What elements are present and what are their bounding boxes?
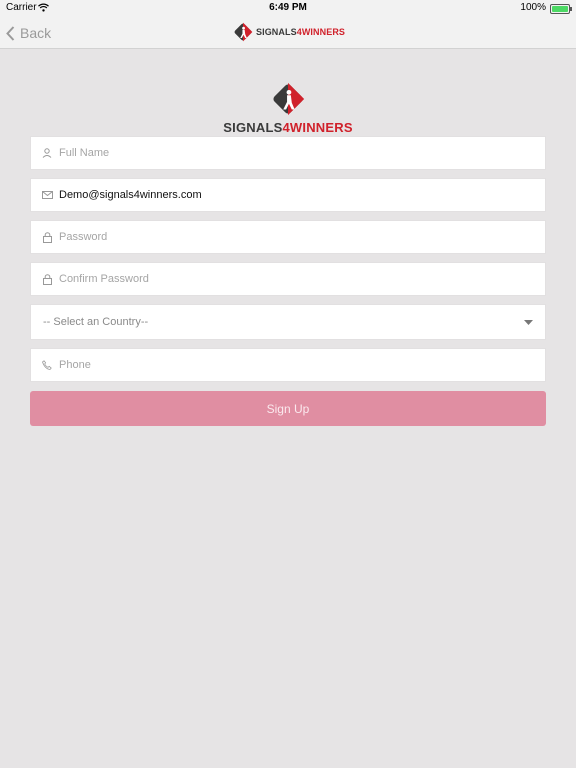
navigation-bar: Back SIGNALS4WINNERS (0, 16, 576, 49)
country-select-value: -- Select an Country-- (43, 316, 149, 328)
phone-input[interactable] (59, 359, 545, 371)
password-input[interactable] (59, 231, 545, 243)
logo-text-b: 4WINNERS (282, 120, 353, 135)
password-field (30, 220, 546, 254)
logo-icon (273, 82, 305, 116)
email-field (30, 178, 546, 212)
caret-down-icon (524, 316, 533, 328)
header-logo-text-a: SIGNALS (256, 27, 297, 37)
confirm-password-field (30, 262, 546, 296)
lock-icon (41, 231, 53, 243)
phone-icon (41, 359, 53, 371)
brand-logo: SIGNALS4WINNERS (0, 80, 576, 135)
battery-percent: 100% (520, 2, 546, 13)
back-label: Back (20, 25, 52, 41)
confirm-password-input[interactable] (59, 273, 545, 285)
status-bar: Carrier 6:49 PM 100% (0, 0, 576, 16)
lock-icon (41, 273, 53, 285)
country-select[interactable]: -- Select an Country-- (30, 304, 546, 340)
chevron-left-icon (6, 25, 15, 41)
sign-up-button[interactable]: Sign Up (30, 391, 546, 426)
logo-icon (234, 22, 253, 42)
back-button[interactable]: Back (6, 23, 51, 43)
full-name-field (30, 136, 546, 170)
header-logo: SIGNALS4WINNERS (232, 20, 345, 44)
battery-icon (550, 4, 572, 14)
user-icon (41, 147, 53, 159)
logo-text-a: SIGNALS (223, 120, 283, 135)
full-name-input[interactable] (59, 147, 545, 159)
email-input[interactable] (59, 189, 545, 201)
mail-icon (41, 189, 53, 201)
header-logo-text-b: 4WINNERS (296, 27, 346, 37)
status-time: 6:49 PM (269, 2, 307, 13)
phone-field (30, 348, 546, 382)
